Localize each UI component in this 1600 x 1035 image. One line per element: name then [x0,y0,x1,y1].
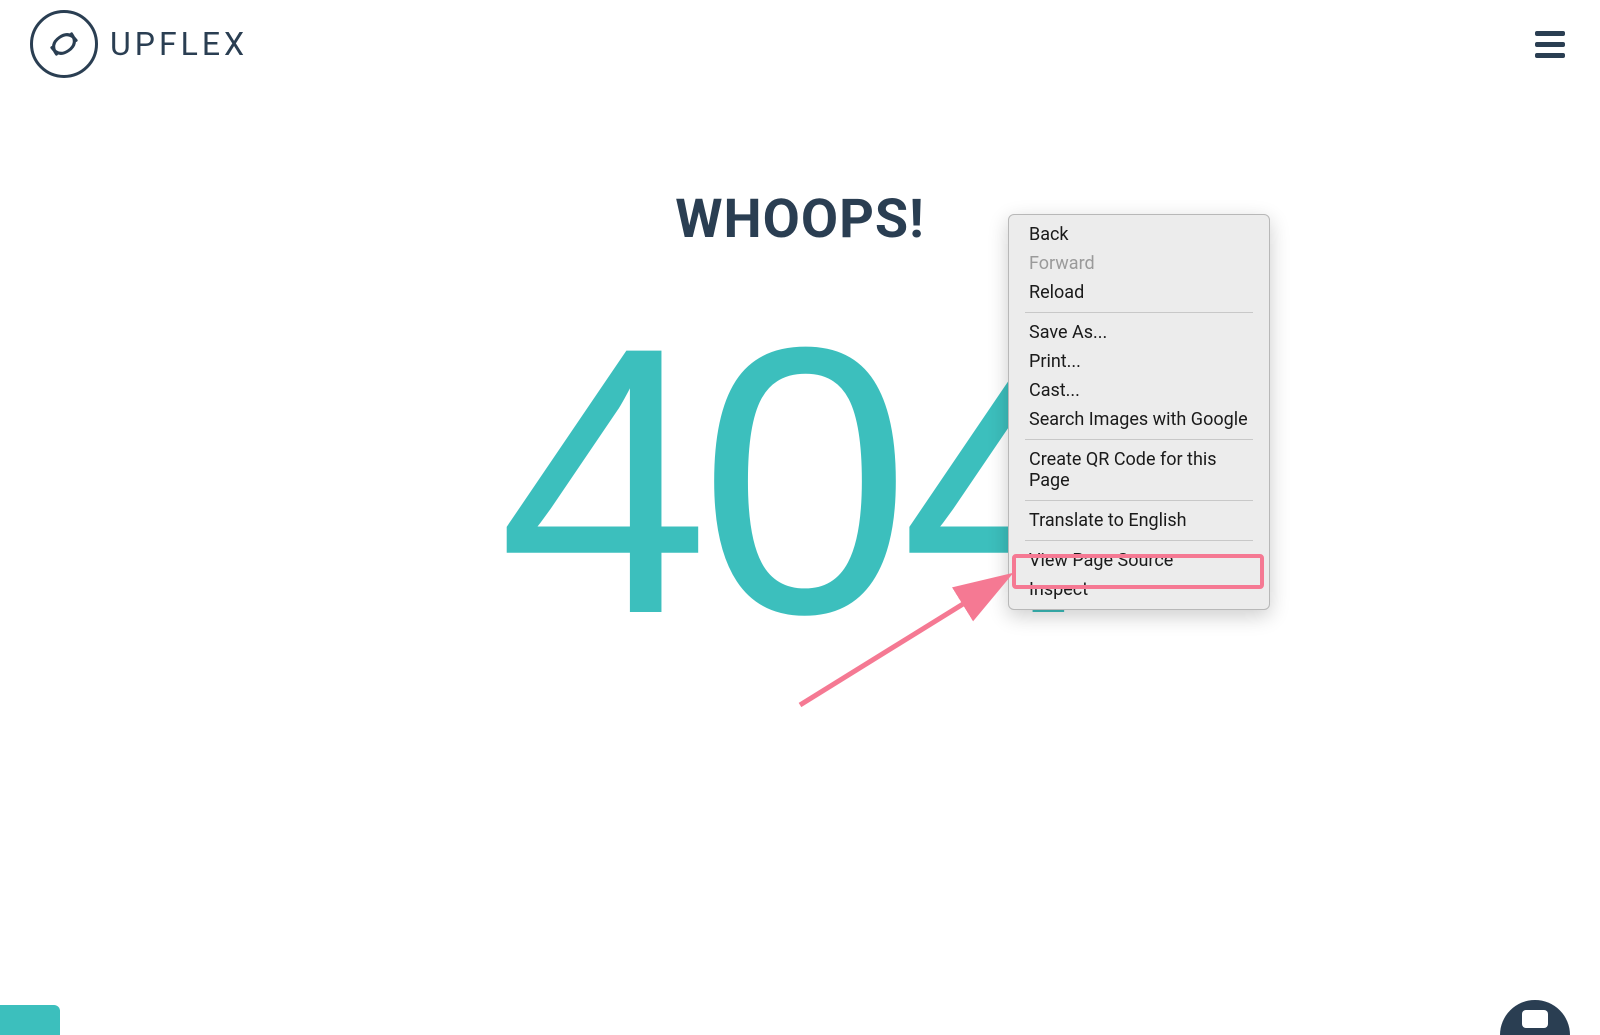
upflex-logo-icon [30,10,98,78]
main-content: WHOOPS! 404 [0,188,1600,671]
menu-item-save-as[interactable]: Save As... [1009,318,1269,347]
hamburger-menu-button[interactable] [1530,26,1570,63]
menu-item-cast[interactable]: Cast... [1009,376,1269,405]
menu-divider [1025,540,1253,541]
menu-item-search-images[interactable]: Search Images with Google [1009,405,1269,434]
brand-logo[interactable]: UPFLEX [30,10,248,78]
menu-item-back[interactable]: Back [1009,220,1269,249]
bottom-left-tab[interactable] [0,1005,60,1035]
chat-icon [1522,1010,1548,1028]
page-header: UPFLEX [0,0,1600,88]
hamburger-bar-icon [1535,31,1565,36]
menu-item-qr-code[interactable]: Create QR Code for this Page [1009,445,1269,495]
menu-item-forward: Forward [1009,249,1269,278]
menu-item-view-source[interactable]: View Page Source [1009,546,1269,575]
menu-item-print[interactable]: Print... [1009,347,1269,376]
browser-context-menu: Back Forward Reload Save As... Print... … [1008,214,1270,610]
error-heading: WHOOPS! [0,188,1600,251]
menu-item-reload[interactable]: Reload [1009,278,1269,307]
menu-divider [1025,500,1253,501]
brand-name: UPFLEX [110,25,248,63]
hamburger-bar-icon [1535,42,1565,47]
hamburger-bar-icon [1535,53,1565,58]
menu-item-inspect[interactable]: Inspect [1009,575,1269,604]
menu-divider [1025,312,1253,313]
error-code-404: 404 [0,291,1600,671]
menu-divider [1025,439,1253,440]
chat-widget-button[interactable] [1500,1000,1570,1035]
menu-item-translate[interactable]: Translate to English [1009,506,1269,535]
